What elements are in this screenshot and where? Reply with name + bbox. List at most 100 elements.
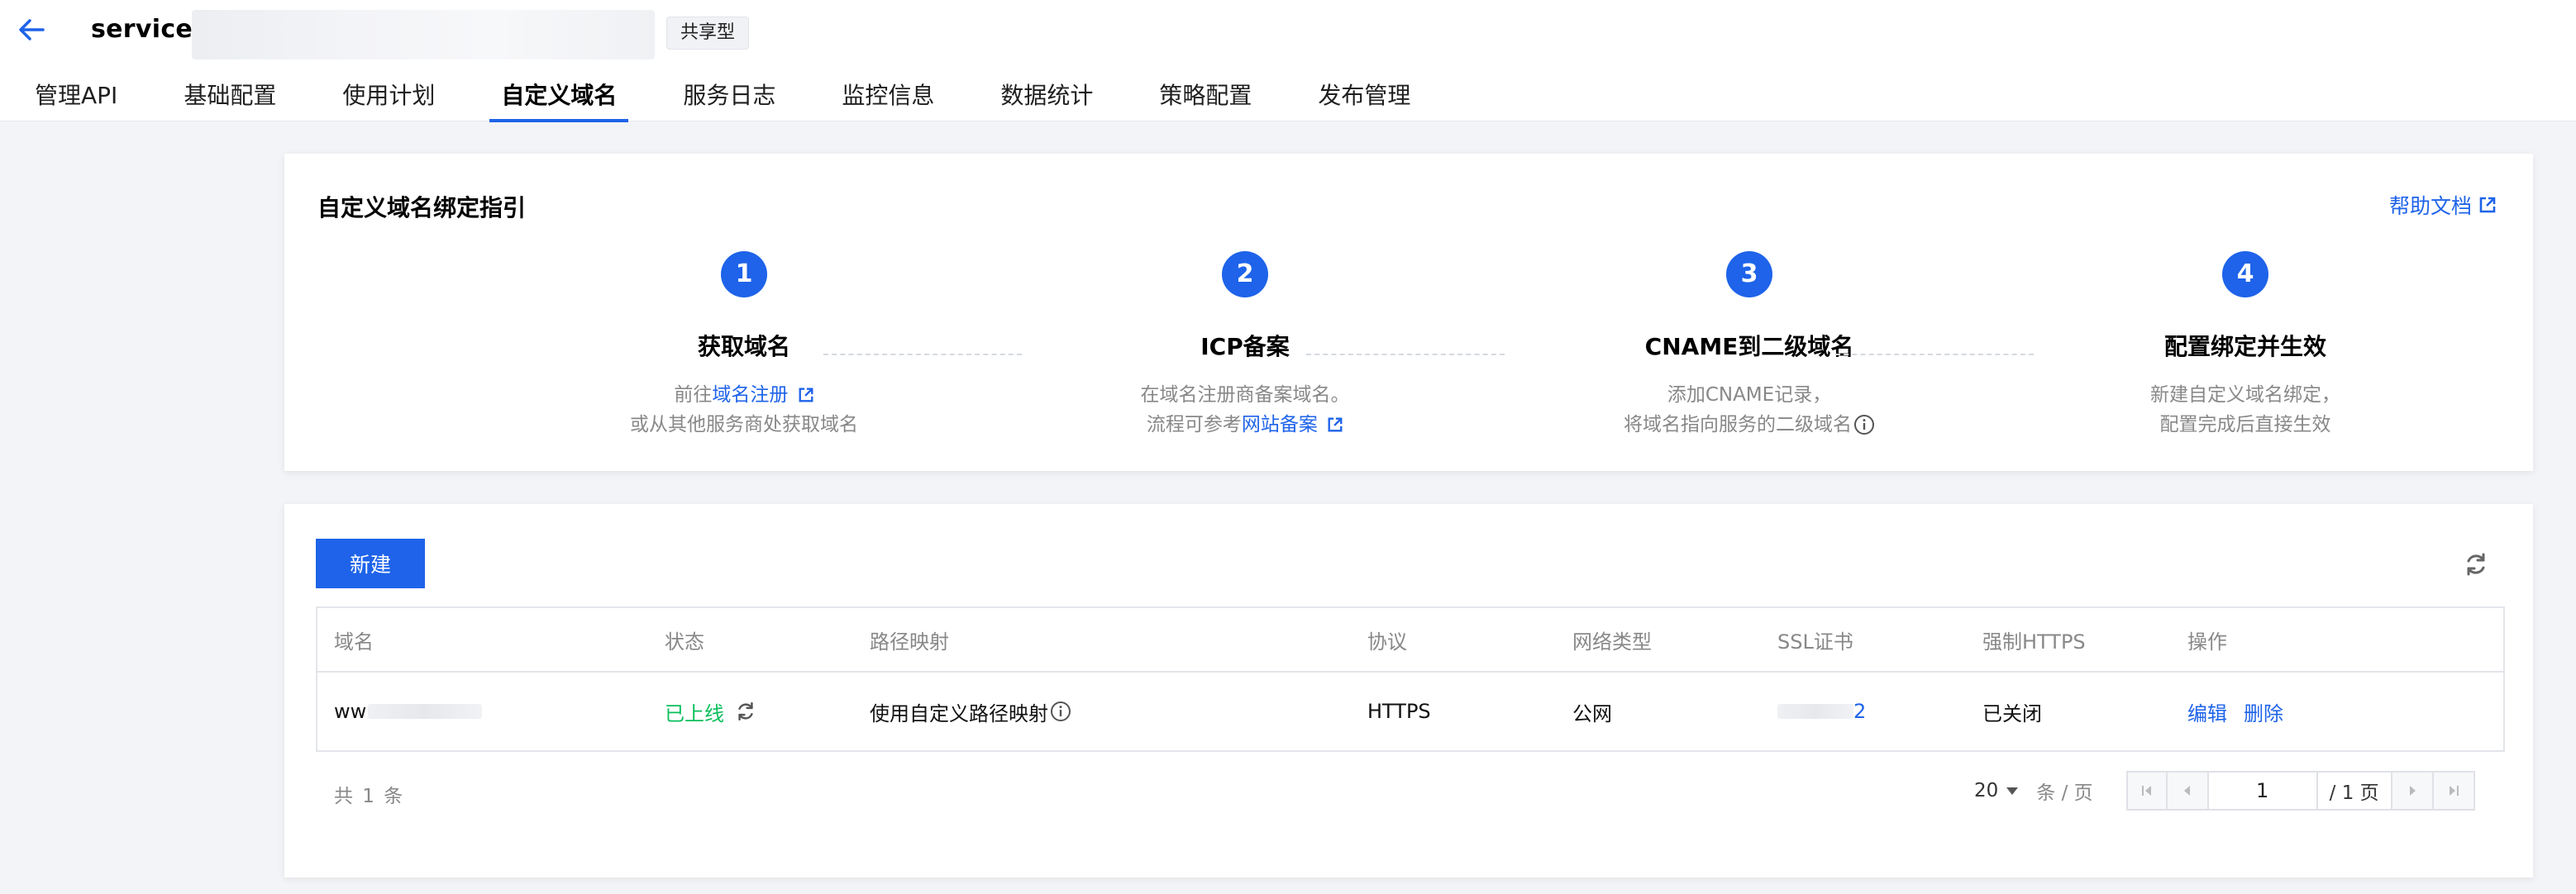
page-size-unit: 条 / 页 — [2036, 782, 2093, 804]
refresh-status-icon[interactable] — [734, 700, 757, 723]
service-title: service- — [91, 15, 203, 44]
step-description: 前往域名注册 或从其他服务商处获取域名 — [529, 380, 959, 440]
step-desc-text: 新建自定义域名绑定， — [2150, 384, 2340, 406]
last-page-button[interactable] — [2433, 771, 2475, 811]
status-badge: 已上线 — [665, 701, 724, 725]
service-type-tag: 共享型 — [666, 17, 750, 50]
domain-table: 域名 状态 路径映射 协议 网络类型 SSL证书 强制HTTPS 操作 ww 已… — [316, 606, 2505, 752]
info-icon[interactable] — [1853, 414, 1875, 435]
info-icon[interactable] — [1050, 701, 1071, 722]
tab-usage-plan[interactable]: 使用计划 — [331, 73, 446, 121]
next-page-button[interactable] — [2392, 771, 2434, 811]
tab-manage-api[interactable]: 管理API — [0, 73, 129, 121]
tab-release-management[interactable]: 发布管理 — [1306, 73, 1422, 121]
force-https-cell: 已关闭 — [1982, 701, 2042, 725]
step-title: 获取域名 — [697, 333, 790, 360]
pagination: 20 条 / 页 / 1 页 — [1974, 770, 2475, 811]
caret-down-icon — [2006, 787, 2019, 795]
page-header: service- 共享型 管理API 基础配置 使用计划 自定义域名 服务日志 … — [0, 0, 2576, 122]
column-header-actions: 操作 — [2187, 630, 2227, 654]
tab-bar: 管理API 基础配置 使用计划 自定义域名 服务日志 监控信息 数据统计 策略配… — [0, 73, 1465, 122]
status-cell: 已上线 — [648, 673, 853, 750]
table-header: 域名 状态 路径映射 协议 网络类型 SSL证书 强制HTTPS 操作 — [317, 608, 2503, 673]
protocol-cell: HTTPS — [1367, 700, 1431, 723]
domain-cell: ww — [317, 673, 648, 750]
step-number-badge: 4 — [2222, 251, 2268, 297]
delete-button[interactable]: 删除 — [2244, 697, 2283, 726]
step-desc-text: 将域名指向服务的二级域名 — [1624, 414, 1852, 435]
column-header-path-mapping: 路径映射 — [870, 630, 949, 654]
external-link-icon — [2479, 197, 2496, 213]
actions-cell: 编辑 删除 — [2171, 673, 2503, 750]
path-mapping-value: 使用自定义路径映射 — [870, 701, 1048, 725]
tab-statistics[interactable]: 数据统计 — [989, 73, 1104, 121]
path-mapping-cell: 使用自定义路径映射 — [853, 673, 1351, 750]
help-doc-label: 帮助文档 — [2388, 194, 2472, 218]
new-domain-button[interactable]: 新建 — [316, 539, 425, 588]
step-desc-text: 前往 — [674, 384, 713, 406]
step-number-badge: 1 — [721, 251, 767, 297]
external-link-icon[interactable] — [1327, 416, 1343, 433]
network-type-cell: 公网 — [1572, 701, 1612, 725]
step-title: ICP备案 — [1200, 333, 1290, 360]
page-size-value: 20 — [1974, 780, 1999, 801]
column-header-domain: 域名 — [334, 630, 374, 654]
tab-policy-config[interactable]: 策略配置 — [1147, 73, 1263, 121]
guide-step-2: 2 ICP备案 在域名注册商备案域名。 流程可参考网站备案 — [1030, 251, 1460, 440]
step-desc-text: 流程可参考 — [1146, 414, 1242, 435]
guide-step-1: 1 获取域名 前往域名注册 或从其他服务商处获取域名 — [529, 251, 959, 440]
step-desc-text: 配置完成后直接生效 — [2159, 414, 2331, 435]
prev-page-icon — [2183, 786, 2190, 796]
page-size-select[interactable]: 20 — [1974, 780, 2019, 801]
step-connector — [823, 354, 1022, 355]
external-link-icon[interactable] — [798, 387, 814, 403]
column-header-force-https: 强制HTTPS — [1982, 630, 2086, 654]
step-description: 在域名注册商备案域名。 流程可参考网站备案 — [1030, 380, 1460, 440]
icp-filing-link[interactable]: 网站备案 — [1242, 414, 1318, 435]
domain-binding-guide-card: 自定义域名绑定指引 帮助文档 1 获取域名 前往域名注册 或从其他服务商处获取域… — [284, 154, 2533, 471]
domain-name: ww — [334, 700, 367, 723]
tab-basic-config[interactable]: 基础配置 — [172, 73, 288, 121]
step-connector — [1835, 354, 2034, 355]
step-desc-text: 或从其他服务商处获取域名 — [630, 414, 858, 435]
prev-page-button[interactable] — [2167, 771, 2209, 811]
back-arrow-icon[interactable] — [15, 13, 48, 46]
step-desc-text: 添加CNAME记录， — [1667, 384, 1832, 406]
step-description: 添加CNAME记录， 将域名指向服务的二级域名 — [1534, 380, 1964, 440]
step-description: 新建自定义域名绑定， 配置完成后直接生效 — [2030, 380, 2460, 440]
next-page-icon — [2409, 786, 2416, 796]
last-page-icon — [2449, 786, 2459, 796]
first-page-button[interactable] — [2125, 771, 2168, 811]
tab-custom-domain[interactable]: 自定义域名 — [489, 73, 629, 122]
total-count: 共 1 条 — [334, 786, 405, 807]
domain-redacted — [368, 704, 483, 719]
domain-register-link[interactable]: 域名注册 — [712, 384, 788, 406]
step-desc-text: 在域名注册商备案域名。 — [1140, 384, 1350, 406]
page-number-input[interactable] — [2208, 771, 2316, 811]
guide-step-3: 3 CNAME到二级域名 添加CNAME记录， 将域名指向服务的二级域名 — [1534, 251, 1964, 440]
step-number-badge: 2 — [1222, 251, 1268, 297]
step-connector — [1306, 354, 1505, 355]
ssl-cert-redacted — [1777, 704, 1853, 719]
custom-domain-list-card: 新建 域名 状态 路径映射 协议 网络类型 SSL证书 强制HTTPS 操作 w… — [284, 504, 2533, 877]
service-name-redacted — [192, 10, 655, 59]
ssl-cert-link[interactable]: 2 — [1853, 700, 1866, 723]
edit-button[interactable]: 编辑 — [2187, 697, 2227, 726]
guide-title: 自定义域名绑定指引 — [317, 194, 527, 221]
total-pages: / 1 页 — [2316, 771, 2392, 811]
first-page-icon — [2141, 786, 2151, 796]
column-header-protocol: 协议 — [1367, 630, 1407, 654]
column-header-network-type: 网络类型 — [1572, 630, 1652, 654]
column-header-ssl-cert: SSL证书 — [1777, 630, 1853, 654]
step-title: 配置绑定并生效 — [2163, 333, 2326, 360]
step-number-badge: 3 — [1726, 251, 1772, 297]
column-header-status: 状态 — [665, 630, 704, 654]
tab-service-log[interactable]: 服务日志 — [671, 73, 787, 121]
guide-step-4: 4 配置绑定并生效 新建自定义域名绑定， 配置完成后直接生效 — [2030, 251, 2460, 440]
ssl-cert-cell: 2 — [1761, 673, 1966, 750]
refresh-icon[interactable] — [2462, 550, 2490, 578]
step-title: CNAME到二级域名 — [1644, 333, 1854, 360]
help-doc-link[interactable]: 帮助文档 — [2389, 190, 2497, 220]
table-row: ww 已上线 使用自定义路径映射 HTTPS 公网 2 已关闭 编辑 删除 — [317, 673, 2503, 750]
tab-monitoring[interactable]: 监控信息 — [830, 73, 946, 121]
